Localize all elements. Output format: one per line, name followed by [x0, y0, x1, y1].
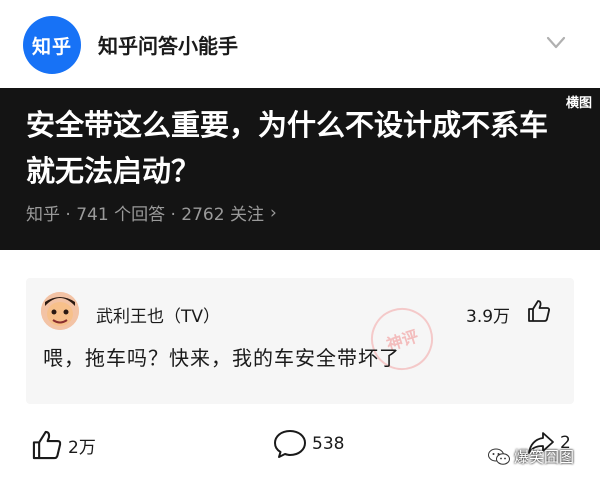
comment-username[interactable]: 武利王也（TV）: [96, 302, 220, 327]
avatar-face-icon: [41, 292, 79, 330]
wechat-icon: [488, 448, 510, 465]
question-meta[interactable]: 知乎 · 741 个回答 · 2762 关注 ›: [26, 200, 277, 226]
like-button[interactable]: 2万: [30, 428, 96, 462]
chevron-down-icon[interactable]: [546, 36, 566, 50]
account-header: 知乎 知乎问答小能手: [0, 0, 600, 88]
avatar[interactable]: [41, 292, 79, 330]
question-title[interactable]: 安全带这么重要，为什么不设计成不系车就无法启动？: [26, 102, 571, 194]
watermark-text: 爆笑囧图: [514, 448, 575, 466]
comment-bubble-icon: [274, 430, 306, 458]
comment-button[interactable]: 538: [272, 428, 344, 460]
question-banner[interactable]: 横图 安全带这么重要，为什么不设计成不系车就无法启动？ 知乎 · 741 个回答…: [0, 88, 600, 250]
thumbs-up-icon: [32, 430, 62, 460]
comment-card: 武利王也（TV） 神评 3.9万 喂，拖车吗？快来，我的车安全带坏了: [26, 278, 574, 404]
zhihu-logo[interactable]: 知乎: [23, 16, 81, 74]
comment-text: 喂，拖车吗？快来，我的车安全带坏了: [43, 346, 400, 370]
account-name[interactable]: 知乎问答小能手: [98, 30, 238, 59]
thumbs-up-icon[interactable]: [526, 298, 552, 324]
question-meta-text: 知乎 · 741 个回答 · 2762 关注: [26, 205, 264, 225]
like-count: 2万: [68, 437, 96, 458]
comment-like-count: 3.9万: [466, 307, 511, 327]
chevron-right-icon: ›: [269, 202, 277, 223]
comment-count: 538: [312, 434, 345, 454]
watermark: 爆笑囧图: [488, 446, 574, 467]
